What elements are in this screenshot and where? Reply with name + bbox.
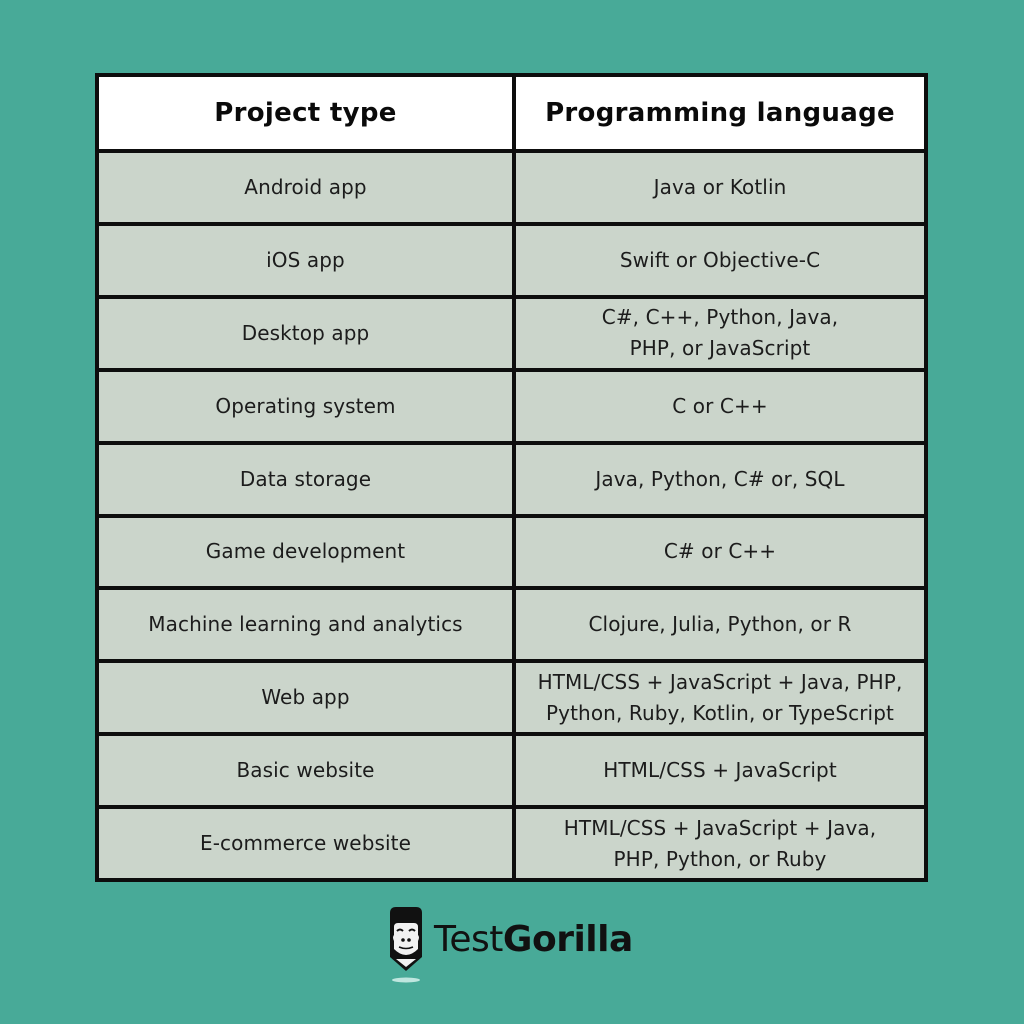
cell-text: HTML/CSS + JavaScript + Java, PHP, Pytho… xyxy=(537,669,903,725)
table-cell-project-type: Android app xyxy=(99,153,512,222)
table-cell-project-type: E-commerce website xyxy=(99,809,512,878)
cell-text: Java or Kotlin xyxy=(653,174,787,199)
table-cell-project-type: Web app xyxy=(99,663,512,733)
gorilla-pencil-logo-icon xyxy=(386,905,426,985)
header-label: Programming language xyxy=(545,97,895,128)
cell-text: Web app xyxy=(261,685,350,710)
cell-text: Swift or Objective-C xyxy=(619,247,821,272)
cell-text: Desktop app xyxy=(241,320,370,345)
table-cell-project-type: Machine learning and analytics xyxy=(99,590,512,660)
table-cell-language: Java, Python, C# or, SQL xyxy=(516,444,924,514)
table-cell-language: Java or Kotlin xyxy=(516,153,924,222)
cell-text: Game development xyxy=(205,539,406,564)
table-cell-language: HTML/CSS + JavaScript + Java, PHP, Pytho… xyxy=(516,809,924,878)
cell-text: Operating system xyxy=(215,393,396,418)
cell-text: C or C++ xyxy=(672,393,768,418)
table-cell-language: C or C++ xyxy=(516,371,924,441)
table-cell-project-type: Operating system xyxy=(99,371,512,441)
table-cell-project-type: Data storage xyxy=(99,444,512,514)
comparison-table: Project type Programming language Androi… xyxy=(95,73,928,882)
cell-text: E-commerce website xyxy=(199,831,412,856)
table-cell-language: C# or C++ xyxy=(516,517,924,587)
table-cell-project-type: Basic website xyxy=(99,736,512,806)
cell-text: C# or C++ xyxy=(663,539,777,564)
header-label: Project type xyxy=(214,97,397,128)
cell-text: Basic website xyxy=(236,758,375,783)
cell-text: C#, C++, Python, Java, PHP, or JavaScrip… xyxy=(601,305,839,361)
table-cell-project-type: iOS app xyxy=(99,225,512,295)
cell-text: Data storage xyxy=(239,466,372,491)
cell-text: iOS app xyxy=(266,247,345,272)
cell-text: HTML/CSS + JavaScript + Java, PHP, Pytho… xyxy=(563,815,877,871)
cell-text: Android app xyxy=(244,174,367,199)
brand-name-light: Test xyxy=(434,918,503,960)
table-cell-language: Clojure, Julia, Python, or R xyxy=(516,590,924,660)
cell-text: Machine learning and analytics xyxy=(148,612,463,637)
table-cell-project-type: Game development xyxy=(99,517,512,587)
table-cell-language: Swift or Objective-C xyxy=(516,225,924,295)
testgorilla-logo: TestGorilla xyxy=(386,905,633,985)
table-cell-language: HTML/CSS + JavaScript xyxy=(516,736,924,806)
header-programming-language: Programming language xyxy=(516,77,924,149)
brand-name: TestGorilla xyxy=(434,919,633,960)
cell-text: HTML/CSS + JavaScript xyxy=(603,758,837,783)
table-cell-language: HTML/CSS + JavaScript + Java, PHP, Pytho… xyxy=(516,663,924,733)
table-cell-language: C#, C++, Python, Java, PHP, or JavaScrip… xyxy=(516,298,924,368)
header-project-type: Project type xyxy=(99,77,512,149)
table-cell-project-type: Desktop app xyxy=(99,298,512,368)
cell-text: Clojure, Julia, Python, or R xyxy=(588,612,852,637)
cell-text: Java, Python, C# or, SQL xyxy=(595,466,845,491)
brand-name-bold: Gorilla xyxy=(502,918,633,960)
